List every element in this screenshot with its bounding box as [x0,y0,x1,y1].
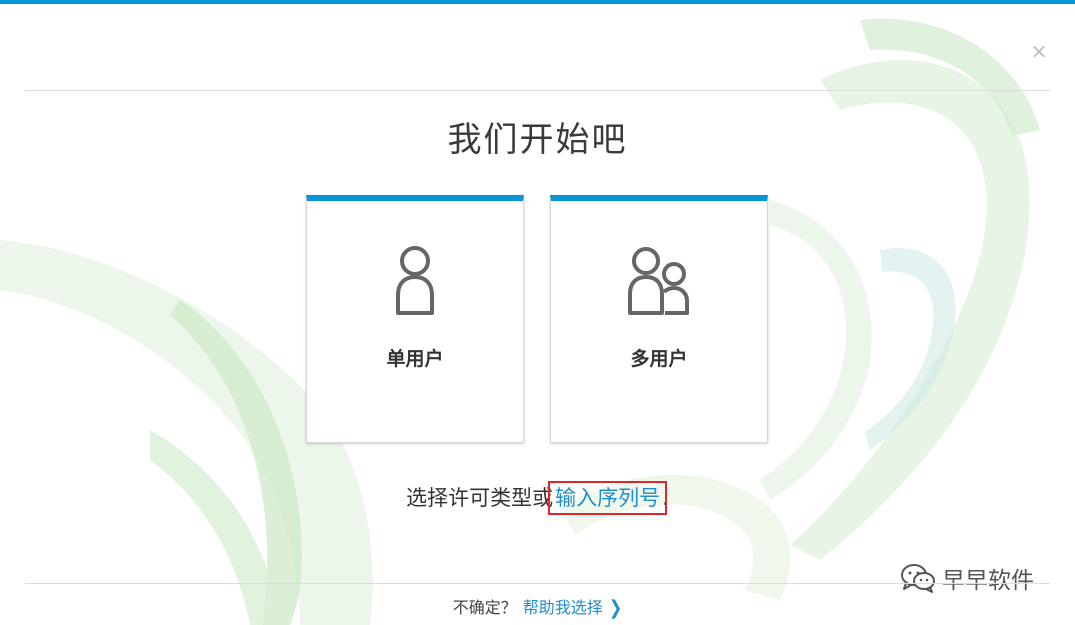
watermark-text: 早早软件 [942,568,1034,594]
single-user-icon [307,241,523,321]
footer-divider [25,583,1050,584]
license-choice-prompt: 选择许可类型或输入序列号. [0,481,1075,515]
help-me-choose-link[interactable]: 帮助我选择 [523,598,603,617]
close-button[interactable]: × [1030,40,1048,62]
enter-serial-number-link[interactable]: 输入序列号 [548,481,668,515]
multi-user-icon [551,241,767,321]
choose-prefix: 选择许可类型或 [406,486,554,510]
page-title: 我们开始吧 [447,120,628,160]
background-artwork [0,18,1040,625]
multi-user-card[interactable]: 多用户 [550,195,768,443]
chevron-right-icon[interactable]: ❯ [609,596,622,619]
help-question: 不确定？ [452,598,517,617]
header-divider [25,90,1050,91]
watermark: 早早软件 [900,560,1034,596]
choose-suffix: . [662,486,669,510]
help-prompt: 不确定？ 帮助我选择 ❯ [0,594,1075,619]
multi-user-label: 多用户 [630,348,688,370]
single-user-card[interactable]: 单用户 [306,195,524,443]
single-user-label: 单用户 [386,348,444,370]
wechat-icon [901,564,935,593]
